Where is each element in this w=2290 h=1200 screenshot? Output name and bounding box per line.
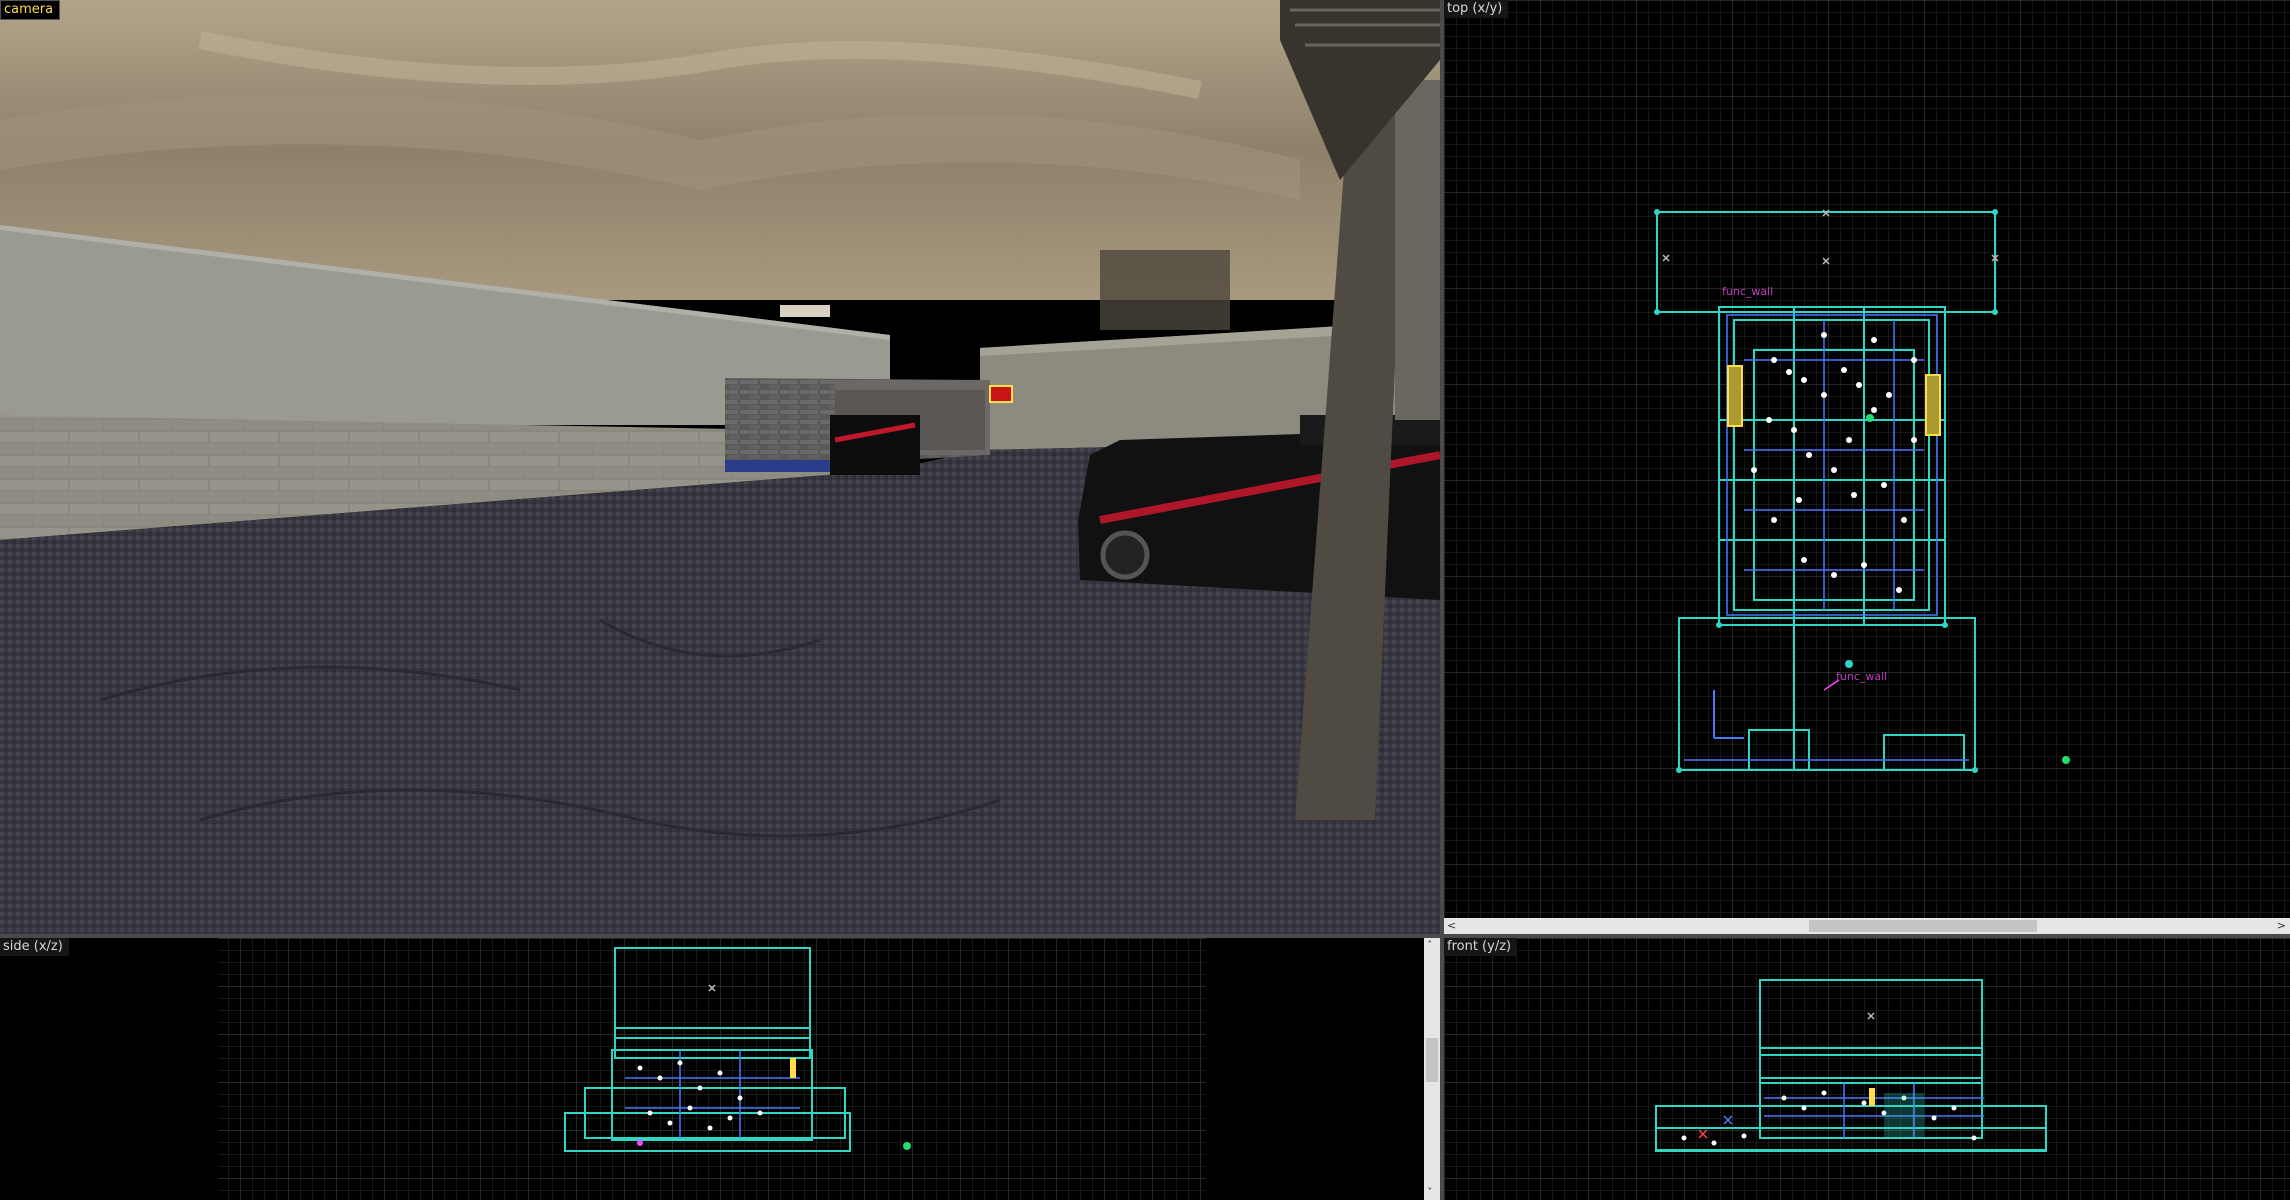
- camera-viewport-label[interactable]: camera: [0, 0, 61, 20]
- side-viewport[interactable]: side (x/z): [0, 938, 1424, 1200]
- side-view-drawing: [0, 938, 1424, 1200]
- camera-viewport[interactable]: camera: [0, 0, 1440, 934]
- front-viewport-label[interactable]: front (y/z): [1444, 938, 1518, 956]
- vertical-scroll-thumb[interactable]: [1426, 1038, 1438, 1082]
- camera-scene: [0, 0, 1440, 934]
- horizontal-scroll-thumb[interactable]: [1809, 920, 2037, 932]
- front-view-drawing: [1444, 938, 2290, 1200]
- scroll-down-arrow-icon[interactable]: ˇ: [1427, 1187, 1433, 1198]
- top-viewport[interactable]: func_wall func_wall top (x/y): [1444, 0, 2290, 918]
- side-viewport-label[interactable]: side (x/z): [0, 938, 69, 956]
- scroll-up-arrow-icon[interactable]: ˆ: [1427, 940, 1433, 951]
- side-viewport-vertical-scrollbar[interactable]: ˆ ˇ: [1424, 938, 1440, 1200]
- scroll-right-arrow-icon[interactable]: >: [2277, 920, 2286, 931]
- top-viewport-horizontal-scrollbar[interactable]: < >: [1444, 918, 2290, 934]
- scroll-left-arrow-icon[interactable]: <: [1447, 920, 1456, 931]
- top-view-drawing: func_wall func_wall: [1444, 0, 2290, 918]
- top-entity-label: func_wall: [1722, 285, 1773, 298]
- top-entity-label: func_wall: [1836, 670, 1887, 683]
- top-viewport-label[interactable]: top (x/y): [1444, 0, 1509, 18]
- front-viewport[interactable]: front (y/z): [1444, 938, 2290, 1200]
